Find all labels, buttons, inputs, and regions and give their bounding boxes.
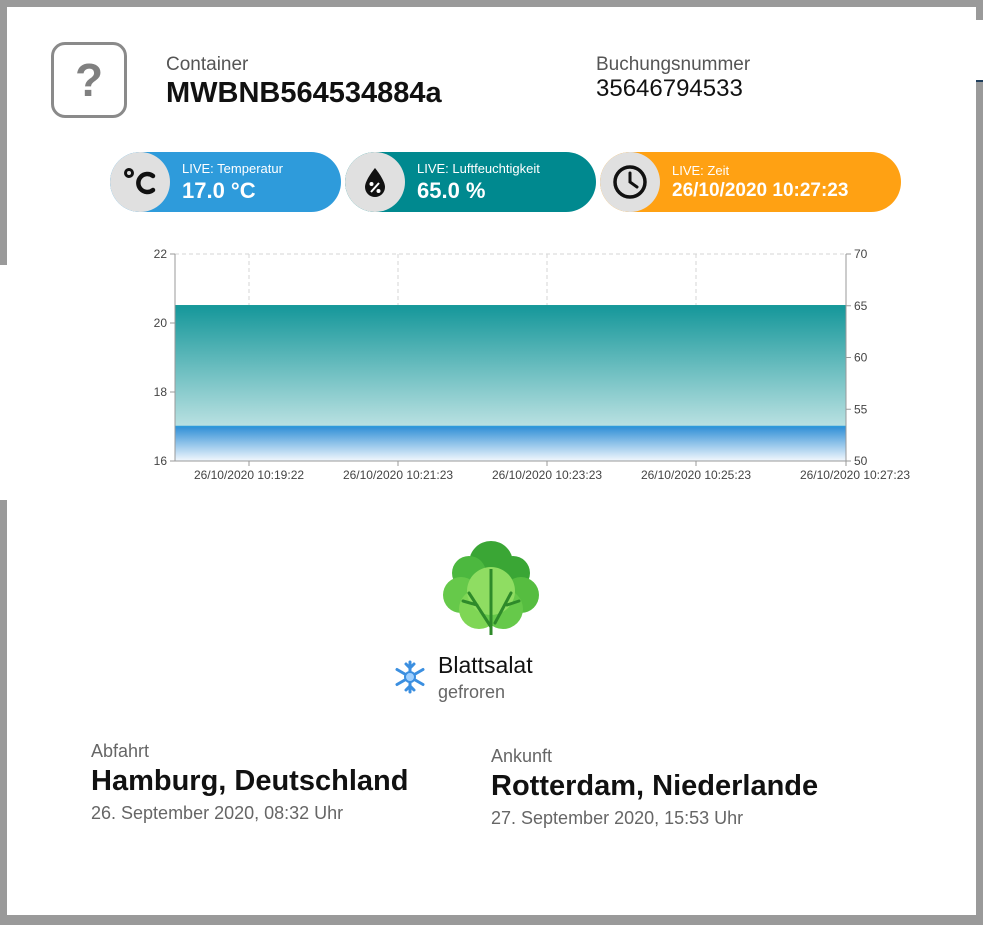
question-mark-icon: ?: [51, 42, 127, 118]
x-tick-label: 26/10/2020 10:27:23: [800, 468, 910, 482]
container-detail-modal: ? Container MWBNB564534884a Buchungsnumm…: [7, 7, 976, 915]
y-left-tick-label: 22: [154, 247, 168, 261]
arrival-date: 27. September 2020, 15:53 Uhr: [491, 808, 744, 828]
product-state: gefroren: [438, 682, 506, 702]
temperature-value: 17.0 °C: [182, 177, 256, 203]
time-value: 26/10/2020 10:27:23: [672, 179, 849, 201]
series-area-2: [175, 426, 846, 461]
container-number: MWBNB564534884a: [166, 77, 442, 109]
departure-date: 26. September 2020, 08:32 Uhr: [91, 803, 344, 823]
clock-icon: [600, 152, 660, 212]
y-right-tick-label: 60: [854, 351, 868, 365]
celsius-icon: [110, 152, 170, 212]
y-right-tick-label: 70: [854, 247, 868, 261]
booking-number: 35646794533: [596, 75, 743, 102]
snowflake-icon: [395, 660, 425, 694]
y-right-tick-label: 55: [854, 402, 868, 416]
y-left-tick-label: 18: [154, 385, 168, 399]
container-label: Container: [166, 54, 249, 75]
humidity-drop-icon: [345, 152, 405, 212]
x-tick-label: 26/10/2020 10:23:23: [492, 468, 602, 482]
product-name: Blattsalat: [438, 652, 533, 678]
time-label: LIVE: Zeit: [672, 162, 730, 178]
x-tick-label: 26/10/2020 10:25:23: [641, 468, 751, 482]
arrival-city: Rotterdam, Niederlande: [491, 770, 819, 802]
humidity-value: 65.0 %: [417, 177, 486, 203]
temperature-label: LIVE: Temperatur: [182, 160, 283, 176]
y-left-tick-label: 16: [154, 454, 168, 468]
y-left-tick-label: 20: [154, 316, 168, 330]
live-humidity-badge: LIVE: Luftfeuchtigkeit 65.0 %: [345, 152, 596, 212]
booking-label: Buchungsnummer: [596, 54, 751, 75]
y-right-tick-label: 50: [854, 454, 868, 468]
sensor-history-chart: 16 18 20 22 50 55 60 65 70 26/10/2020 10:19:22 26/…: [154, 247, 911, 482]
live-time-badge: LIVE: Zeit 26/10/2020 10:27:23: [600, 152, 901, 212]
y-right-tick-label: 65: [854, 299, 868, 313]
humidity-label: LIVE: Luftfeuchtigkeit: [417, 160, 540, 176]
departure-city: Hamburg, Deutschland: [91, 765, 409, 797]
lettuce-icon: [443, 541, 539, 635]
x-tick-label: 26/10/2020 10:21:23: [343, 468, 453, 482]
x-tick-label: 26/10/2020 10:19:22: [194, 468, 304, 482]
arrival-label: Ankunft: [491, 746, 553, 766]
live-temperature-badge: LIVE: Temperatur 17.0 °C: [110, 152, 341, 212]
departure-label: Abfahrt: [91, 741, 150, 761]
background-tab: [975, 20, 983, 82]
